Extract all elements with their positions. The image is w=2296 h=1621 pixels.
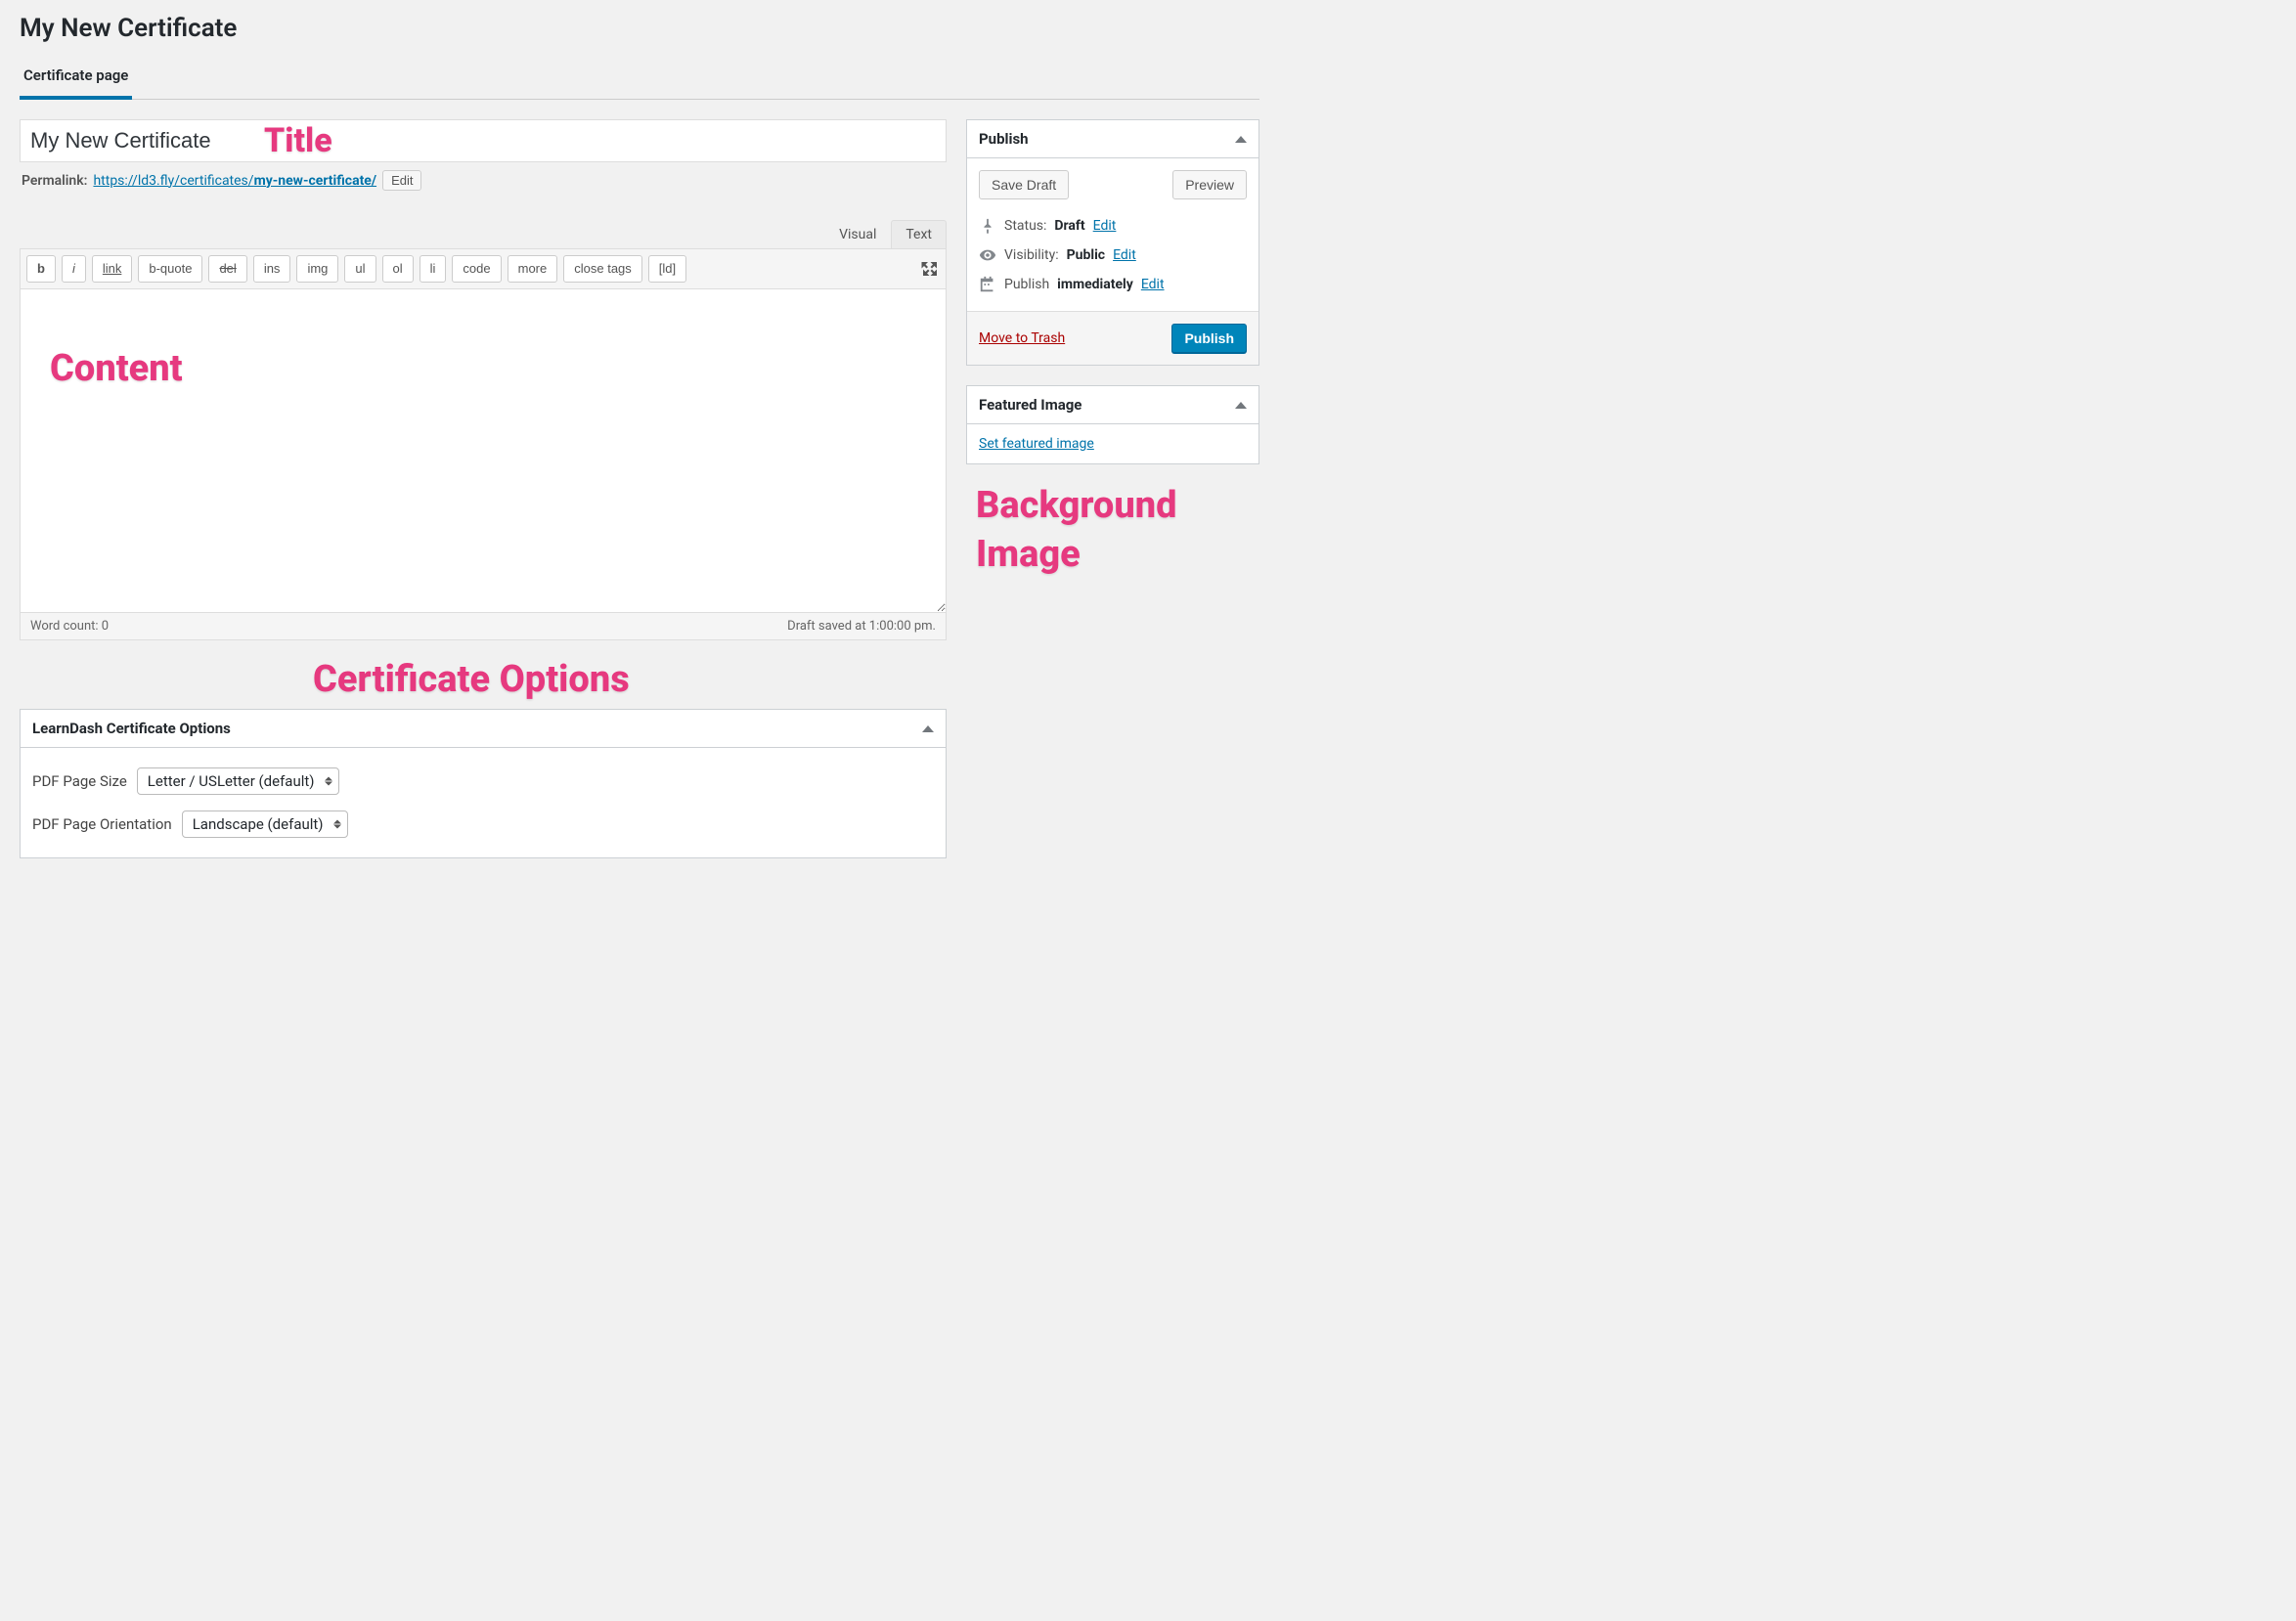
pdf-orientation-select[interactable]: Landscape (default) bbox=[182, 810, 348, 838]
title-input[interactable] bbox=[20, 119, 947, 162]
save-draft-button[interactable]: Save Draft bbox=[979, 170, 1069, 199]
certificate-options-box: LearnDash Certificate Options PDF Page S… bbox=[20, 709, 947, 858]
qt-link-button[interactable]: link bbox=[92, 255, 133, 283]
featured-image-title: Featured Image bbox=[979, 396, 1082, 414]
set-featured-image-link[interactable]: Set featured image bbox=[979, 436, 1094, 452]
publish-button[interactable]: Publish bbox=[1171, 324, 1247, 353]
status-label: Status: bbox=[1004, 218, 1046, 234]
permalink-label: Permalink: bbox=[22, 173, 87, 189]
certificate-options-toggle[interactable] bbox=[922, 725, 934, 732]
qt-ul-button[interactable]: ul bbox=[344, 255, 375, 283]
tab-bar: Certificate page bbox=[20, 59, 1259, 100]
permalink-edit-button[interactable]: Edit bbox=[382, 170, 421, 191]
featured-image-box: Featured Image Set featured image bbox=[966, 385, 1259, 464]
qt-ins-button[interactable]: ins bbox=[253, 255, 291, 283]
status-edit-link[interactable]: Edit bbox=[1093, 218, 1117, 234]
permalink-link[interactable]: https://ld3.fly/certificates/my-new-cert… bbox=[93, 173, 376, 189]
featured-image-toggle[interactable] bbox=[1235, 402, 1247, 409]
qt-img-button[interactable]: img bbox=[296, 255, 338, 283]
publish-box: Publish Save Draft Preview Status: Draft… bbox=[966, 119, 1259, 366]
publish-title: Publish bbox=[979, 130, 1029, 148]
visibility-value: Public bbox=[1067, 247, 1105, 263]
publish-on-value: immediately bbox=[1057, 277, 1133, 292]
page-title: My New Certificate bbox=[20, 14, 1259, 43]
select-arrows-icon bbox=[333, 820, 341, 829]
word-count: Word count: 0 bbox=[30, 619, 109, 634]
select-arrows-icon bbox=[325, 777, 332, 786]
qt-bold-button[interactable]: b bbox=[26, 255, 56, 283]
fullscreen-icon[interactable] bbox=[920, 259, 940, 279]
qt-closetags-button[interactable]: close tags bbox=[563, 255, 642, 283]
eye-icon bbox=[979, 246, 996, 264]
qt-italic-button[interactable]: i bbox=[62, 255, 86, 283]
pdf-page-size-select[interactable]: Letter / USLetter (default) bbox=[137, 767, 339, 795]
qt-del-button[interactable]: del bbox=[208, 255, 246, 283]
preview-button[interactable]: Preview bbox=[1172, 170, 1247, 199]
callout-bg-line1: Background bbox=[976, 484, 1176, 527]
callout-bg-line2: Image bbox=[976, 533, 1081, 576]
editor-tab-text[interactable]: Text bbox=[891, 220, 947, 249]
publish-on-label: Publish bbox=[1004, 277, 1049, 292]
qt-bquote-button[interactable]: b-quote bbox=[138, 255, 202, 283]
editor-tab-visual[interactable]: Visual bbox=[824, 220, 891, 249]
visibility-edit-link[interactable]: Edit bbox=[1113, 247, 1136, 263]
tab-certificate-page[interactable]: Certificate page bbox=[20, 59, 132, 100]
draft-saved-text: Draft saved at 1:00:00 pm. bbox=[787, 619, 936, 634]
move-to-trash-link[interactable]: Move to Trash bbox=[979, 330, 1065, 346]
qt-li-button[interactable]: li bbox=[419, 255, 447, 283]
certificate-options-title: LearnDash Certificate Options bbox=[32, 720, 231, 737]
publish-on-edit-link[interactable]: Edit bbox=[1141, 277, 1165, 292]
pdf-page-size-label: PDF Page Size bbox=[32, 772, 127, 790]
quicktags-toolbar: b i link b-quote del ins img ul ol li co… bbox=[21, 249, 946, 289]
qt-code-button[interactable]: code bbox=[452, 255, 501, 283]
calendar-icon bbox=[979, 276, 996, 293]
pin-icon bbox=[979, 217, 996, 235]
pdf-orientation-label: PDF Page Orientation bbox=[32, 815, 172, 833]
qt-more-button[interactable]: more bbox=[508, 255, 558, 283]
status-value: Draft bbox=[1054, 218, 1084, 234]
visibility-label: Visibility: bbox=[1004, 247, 1059, 263]
permalink-row: Permalink: https://ld3.fly/certificates/… bbox=[22, 170, 945, 191]
content-editor[interactable] bbox=[21, 289, 946, 612]
qt-ld-button[interactable]: [ld] bbox=[648, 255, 686, 283]
publish-toggle[interactable] bbox=[1235, 136, 1247, 143]
qt-ol-button[interactable]: ol bbox=[382, 255, 414, 283]
callout-cert-options: Certificate Options bbox=[313, 658, 630, 701]
